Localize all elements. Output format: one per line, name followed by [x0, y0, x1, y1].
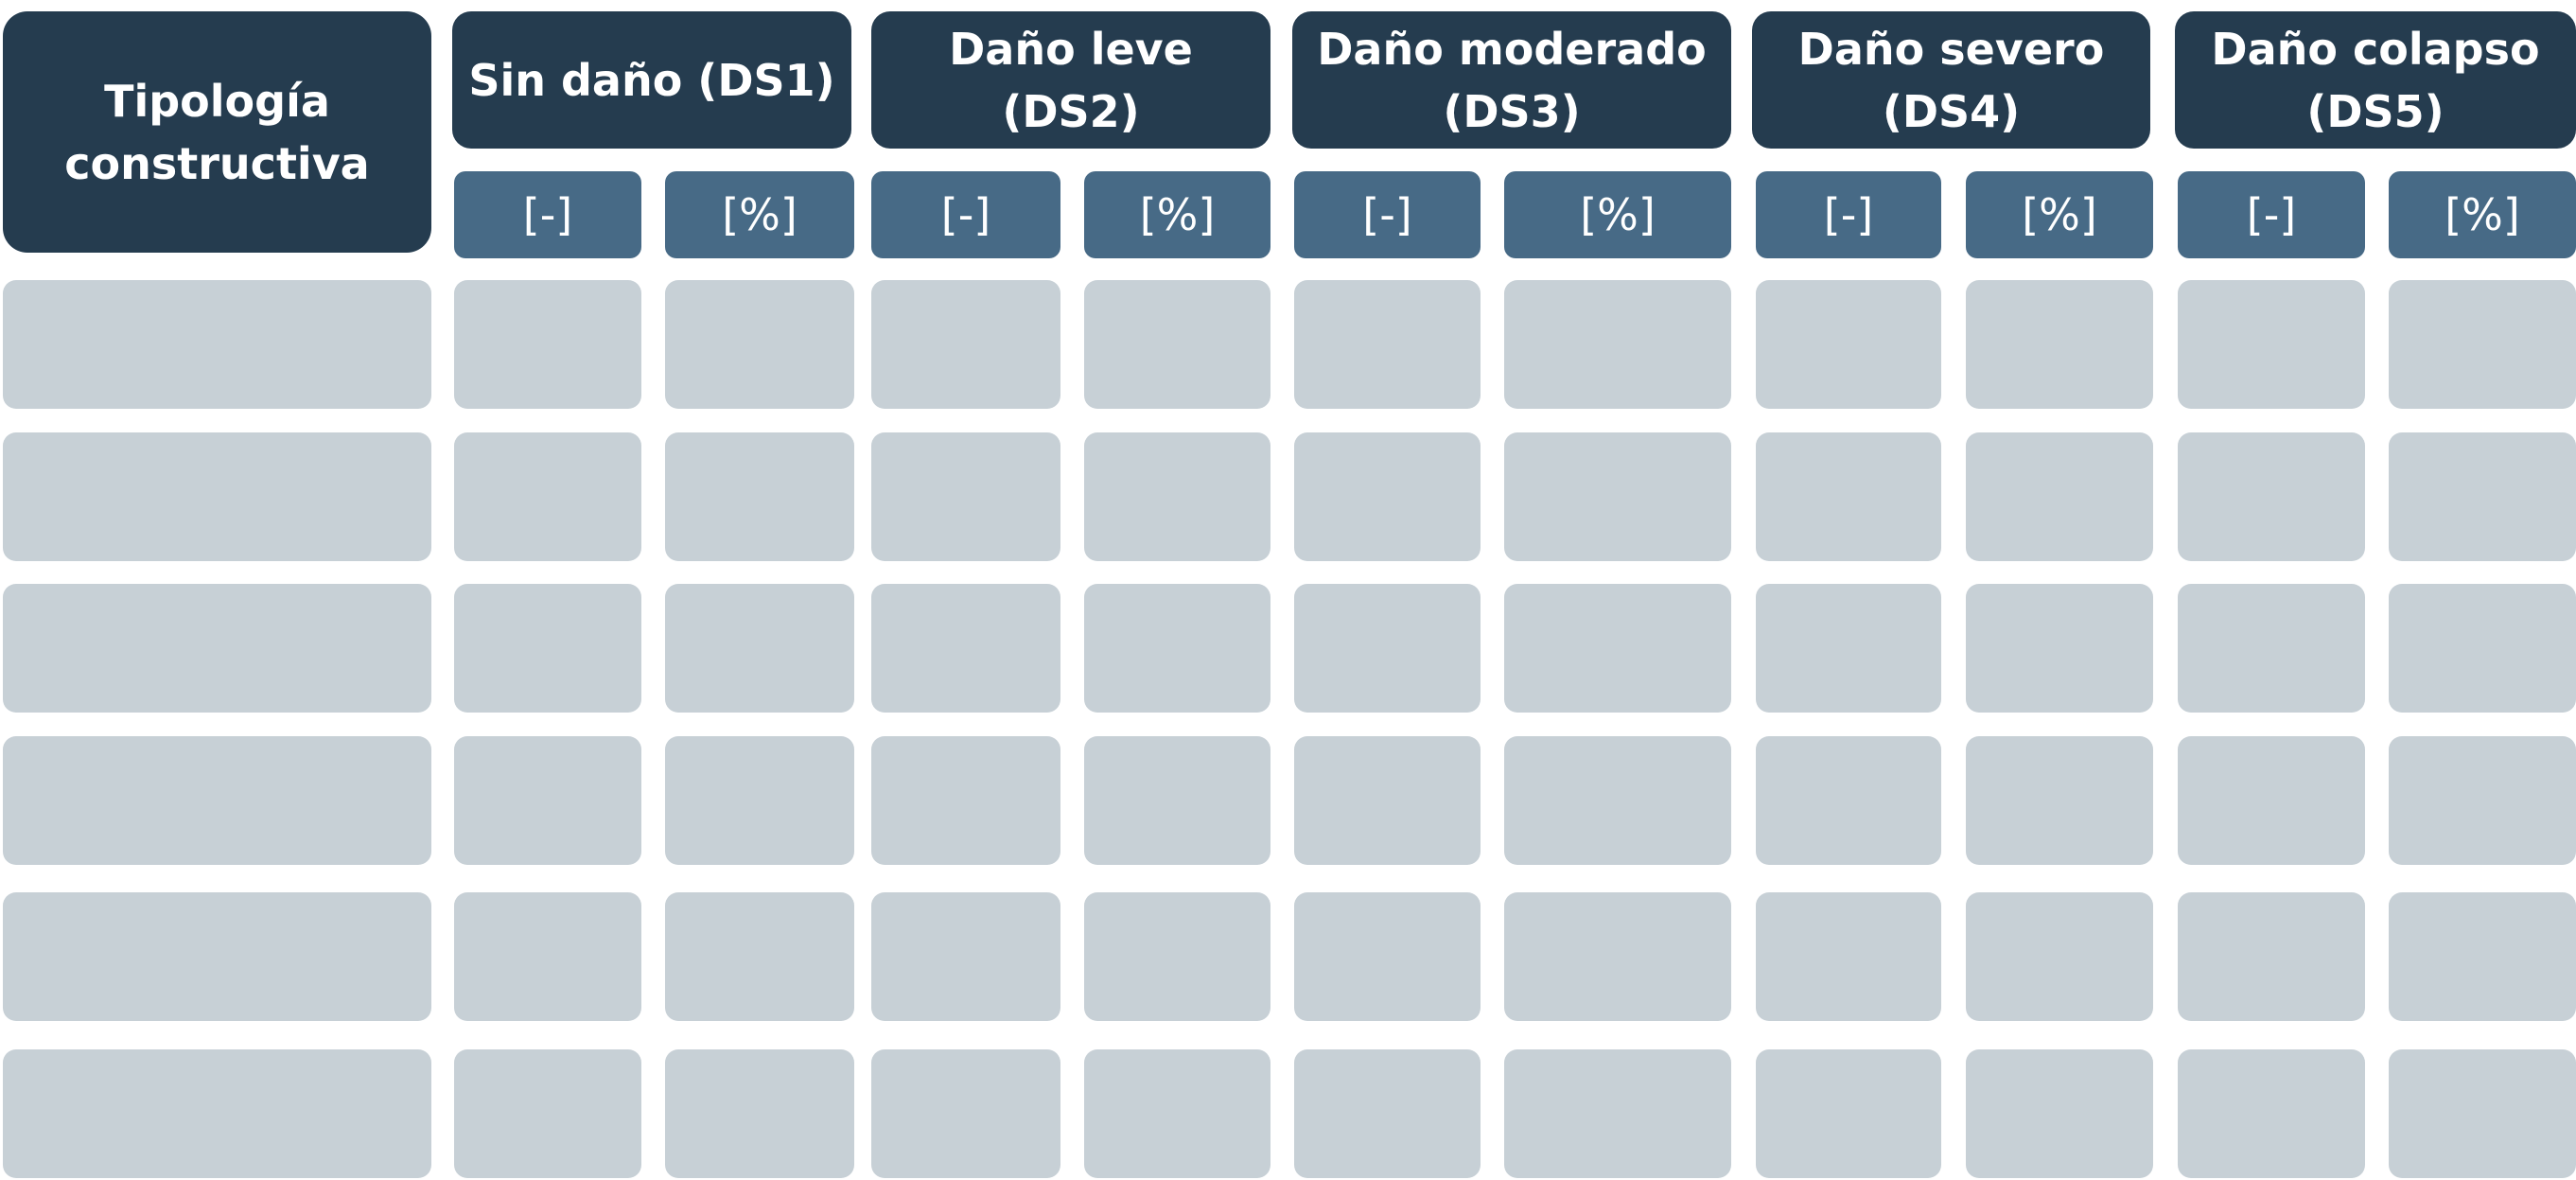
- damage-state-header: Daño colapso (DS5): [2175, 11, 2576, 149]
- percent-cell[interactable]: [1966, 584, 2153, 713]
- percent-cell[interactable]: [1084, 1049, 1270, 1178]
- percent-cell[interactable]: [2389, 432, 2576, 561]
- damage-state-header: Daño leve (DS2): [871, 11, 1270, 149]
- count-cell[interactable]: [1294, 1049, 1481, 1178]
- percent-cell[interactable]: [1084, 736, 1270, 865]
- count-cell[interactable]: [1756, 1049, 1941, 1178]
- percent-cell[interactable]: [1966, 736, 2153, 865]
- percent-cell[interactable]: [665, 584, 854, 713]
- typology-cell[interactable]: [3, 1049, 431, 1178]
- unit-header-percent: [%]: [1966, 171, 2153, 258]
- damage-state-header: Sin daño (DS1): [452, 11, 851, 149]
- count-cell[interactable]: [2178, 584, 2365, 713]
- percent-cell[interactable]: [1966, 1049, 2153, 1178]
- percent-cell[interactable]: [665, 736, 854, 865]
- percent-cell[interactable]: [1084, 892, 1270, 1021]
- count-cell[interactable]: [871, 584, 1060, 713]
- count-cell[interactable]: [2178, 280, 2365, 409]
- count-cell[interactable]: [2178, 1049, 2365, 1178]
- header-line: Daño severo: [1797, 23, 2105, 75]
- header-line: Daño moderado: [1317, 23, 1707, 75]
- percent-cell[interactable]: [665, 432, 854, 561]
- header-line: (DS3): [1443, 85, 1581, 137]
- percent-cell[interactable]: [1504, 1049, 1731, 1178]
- unit-header-count: [-]: [1756, 171, 1941, 258]
- header-line: constructiva: [64, 137, 370, 189]
- header-line: Daño colapso: [2211, 23, 2540, 75]
- header-line: Tipología: [104, 75, 330, 127]
- count-cell[interactable]: [871, 280, 1060, 409]
- count-cell[interactable]: [2178, 432, 2365, 561]
- header-line: (DS2): [1002, 85, 1140, 137]
- count-cell[interactable]: [1756, 584, 1941, 713]
- count-cell[interactable]: [454, 892, 641, 1021]
- count-cell[interactable]: [871, 432, 1060, 561]
- percent-cell[interactable]: [1966, 432, 2153, 561]
- unit-header-count: [-]: [2178, 171, 2365, 258]
- percent-cell[interactable]: [1966, 280, 2153, 409]
- count-cell[interactable]: [871, 892, 1060, 1021]
- percent-cell[interactable]: [1504, 892, 1731, 1021]
- count-cell[interactable]: [1756, 892, 1941, 1021]
- unit-header-percent: [%]: [1504, 171, 1731, 258]
- header-line: Daño leve: [949, 23, 1193, 75]
- damage-state-header: Daño moderado (DS3): [1292, 11, 1731, 149]
- unit-header-count: [-]: [454, 171, 641, 258]
- typology-cell[interactable]: [3, 584, 431, 713]
- count-cell[interactable]: [2178, 892, 2365, 1021]
- percent-cell[interactable]: [2389, 892, 2576, 1021]
- percent-cell[interactable]: [1504, 736, 1731, 865]
- typology-header: Tipología constructiva: [3, 11, 431, 253]
- unit-header-percent: [%]: [665, 171, 854, 258]
- typology-cell[interactable]: [3, 736, 431, 865]
- percent-cell[interactable]: [2389, 280, 2576, 409]
- unit-header-count: [-]: [871, 171, 1060, 258]
- count-cell[interactable]: [1294, 736, 1481, 865]
- unit-header-percent: [%]: [2389, 171, 2576, 258]
- damage-state-header: Daño severo (DS4): [1752, 11, 2150, 149]
- count-cell[interactable]: [871, 736, 1060, 865]
- percent-cell[interactable]: [2389, 736, 2576, 865]
- count-cell[interactable]: [454, 584, 641, 713]
- count-cell[interactable]: [454, 280, 641, 409]
- percent-cell[interactable]: [665, 1049, 854, 1178]
- count-cell[interactable]: [1756, 432, 1941, 561]
- count-cell[interactable]: [1756, 280, 1941, 409]
- unit-header-percent: [%]: [1084, 171, 1270, 258]
- percent-cell[interactable]: [1504, 432, 1731, 561]
- header-line: (DS4): [1882, 85, 2021, 137]
- percent-cell[interactable]: [665, 280, 854, 409]
- count-cell[interactable]: [1294, 892, 1481, 1021]
- percent-cell[interactable]: [1084, 584, 1270, 713]
- count-cell[interactable]: [1294, 432, 1481, 561]
- count-cell[interactable]: [2178, 736, 2365, 865]
- count-cell[interactable]: [454, 736, 641, 865]
- count-cell[interactable]: [1294, 280, 1481, 409]
- typology-cell[interactable]: [3, 280, 431, 409]
- header-line: (DS5): [2306, 85, 2445, 137]
- percent-cell[interactable]: [2389, 1049, 2576, 1178]
- count-cell[interactable]: [1294, 584, 1481, 713]
- typology-cell[interactable]: [3, 432, 431, 561]
- percent-cell[interactable]: [1084, 432, 1270, 561]
- count-cell[interactable]: [454, 432, 641, 561]
- percent-cell[interactable]: [1966, 892, 2153, 1021]
- count-cell[interactable]: [454, 1049, 641, 1178]
- damage-state-table: Tipología constructiva Sin daño (DS1) [-] [%…: [0, 0, 2576, 1180]
- percent-cell[interactable]: [2389, 584, 2576, 713]
- percent-cell[interactable]: [665, 892, 854, 1021]
- percent-cell[interactable]: [1084, 280, 1270, 409]
- header-line: Sin daño (DS1): [468, 54, 835, 106]
- count-cell[interactable]: [871, 1049, 1060, 1178]
- typology-cell[interactable]: [3, 892, 431, 1021]
- count-cell[interactable]: [1756, 736, 1941, 865]
- percent-cell[interactable]: [1504, 584, 1731, 713]
- unit-header-count: [-]: [1294, 171, 1481, 258]
- percent-cell[interactable]: [1504, 280, 1731, 409]
